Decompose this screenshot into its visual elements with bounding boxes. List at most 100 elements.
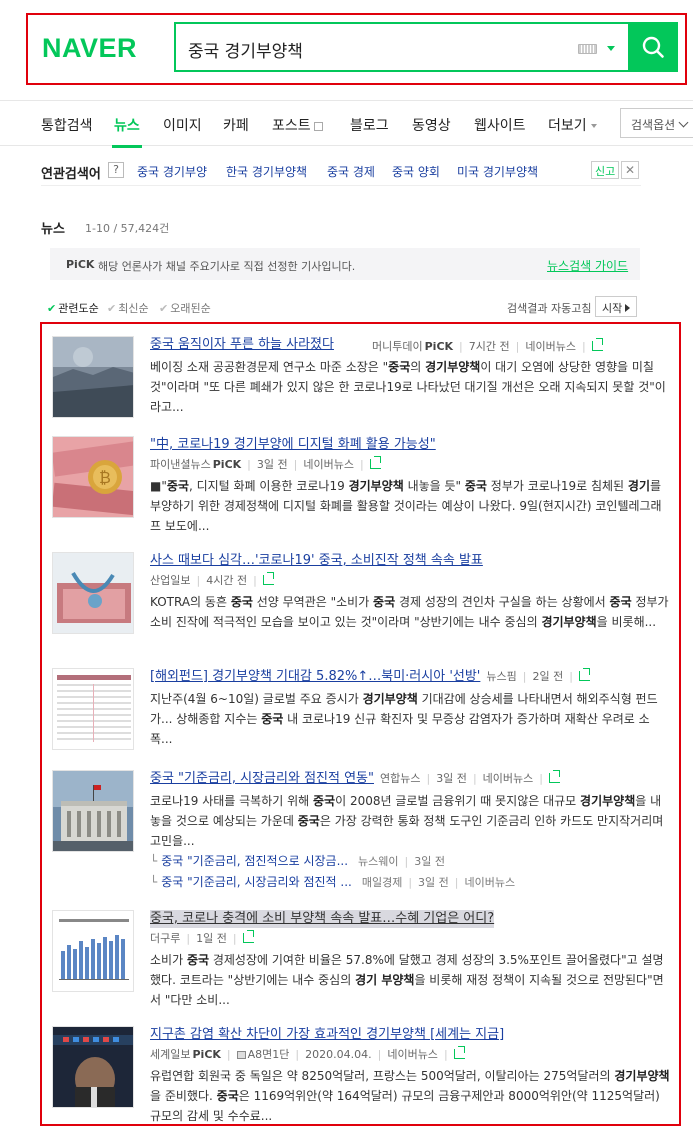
tab-post[interactable]: 포스트 (272, 115, 323, 135)
sort-latest[interactable]: ✔ 최신순 (107, 300, 149, 316)
tab-more-label: 더보기 (548, 118, 587, 134)
news-title[interactable]: [해외펀드] 경기부양책 기대감 5.82%↑…북미·러시아 '선방' (150, 668, 480, 686)
naver-news-link[interactable]: 네이버뉴스 (465, 876, 516, 889)
news-thumbnail[interactable] (52, 1026, 134, 1108)
sort-oldest-label: 오래된순 (170, 302, 211, 315)
news-source[interactable]: 연합뉴스 (380, 772, 420, 785)
naver-news-link[interactable]: 네이버뉴스 (525, 340, 576, 353)
news-thumbnail[interactable] (52, 552, 134, 634)
related-article-source[interactable]: 매일경제 (362, 876, 402, 889)
share-icon[interactable] (578, 668, 590, 681)
news-title[interactable]: 중국 "기준금리, 시장금리와 점진적 연동" (150, 770, 374, 788)
result-count: 1-10 / 57,424건 (85, 222, 170, 235)
help-icon[interactable]: ? (108, 162, 124, 178)
check-icon: ✔ (47, 302, 57, 315)
news-source[interactable]: 세계일보 (150, 1048, 190, 1061)
share-icon[interactable] (242, 930, 254, 943)
report-button[interactable]: 신고 (591, 161, 620, 179)
tab-news[interactable]: 뉴스 (112, 115, 142, 148)
share-icon[interactable] (262, 572, 274, 585)
tab-video[interactable]: 동영상 (412, 115, 451, 135)
tab-integrated[interactable]: 통합검색 (41, 115, 93, 135)
pick-badge: PiCK (424, 340, 454, 353)
news-summary: 베이징 소재 공공환경문제 연구소 마준 소장은 "중국의 경기부양책이 대기 … (150, 360, 666, 414)
tab-cafe[interactable]: 카페 (223, 115, 249, 135)
news-time: 3일 전 (256, 458, 288, 471)
sort-relevance-label: 관련도순 (58, 302, 99, 315)
news-title[interactable]: 중국, 코로나 충격에 소비 부양책 속속 발표…수혜 기업은 어디? (150, 910, 495, 928)
news-thumbnail[interactable] (52, 770, 134, 852)
news-source[interactable]: 뉴스핌 (486, 670, 516, 683)
news-thumbnail[interactable] (52, 910, 134, 992)
check-icon: ✔ (159, 302, 169, 315)
share-icon[interactable] (548, 770, 560, 783)
close-icon[interactable]: ✕ (621, 161, 639, 179)
news-thumbnail[interactable]: ₿ (52, 436, 134, 518)
naver-news-link[interactable]: 네이버뉴스 (303, 458, 354, 471)
tab-post-label: 포스트 (272, 118, 311, 134)
news-guide-link[interactable]: 뉴스검색 가이드 (547, 257, 628, 274)
news-title[interactable]: 지구촌 감염 확산 차단이 가장 효과적인 경기부양책 [세계는 지금] (150, 1026, 672, 1044)
tab-blog[interactable]: 블로그 (350, 115, 389, 135)
news-time: 2일 전 (532, 670, 564, 683)
news-meta: 머니투데이 PiCK | 7시간 전 | 네이버뉴스 | (372, 338, 603, 355)
news-meta: 파이낸셜뉴스 PiCK | 3일 전 | 네이버뉴스 | (150, 456, 672, 473)
autocomplete-toggle-icon[interactable] (607, 46, 615, 51)
search-input[interactable]: 중국 경기부양책 (174, 22, 630, 72)
sort-latest-label: 최신순 (118, 302, 149, 315)
auto-refresh-start-button[interactable]: 시작 (595, 296, 638, 317)
news-time: 1일 전 (196, 932, 227, 945)
tab-website[interactable]: 웹사이트 (474, 115, 526, 135)
related-item[interactable]: 미국 경기부양책 (457, 163, 538, 180)
newspaper-page: A8면1단 (247, 1048, 290, 1061)
fund-table-image (53, 669, 133, 749)
news-title[interactable]: "中, 코로나19 경기부양에 디지털 화폐 활용 가능성" (150, 436, 672, 454)
keyboard-icon[interactable] (578, 44, 597, 54)
sort-oldest[interactable]: ✔ 오래된순 (159, 300, 211, 316)
related-article-title[interactable]: 중국 "기준금리, 점진적으로 시장금... (161, 854, 348, 868)
naver-logo[interactable]: NAVER (42, 33, 137, 64)
chevron-down-icon (678, 117, 689, 128)
search-options-label: 검색옵션 (631, 118, 676, 132)
news-source[interactable]: 산업일보 (150, 574, 190, 587)
news-thumbnail[interactable] (52, 336, 134, 418)
tab-more[interactable]: 더보기 (548, 115, 597, 135)
post-icon (313, 121, 323, 131)
related-item[interactable]: 중국 경제 (327, 163, 375, 180)
pick-badge: PiCK (192, 1048, 221, 1061)
news-source[interactable]: 더구루 (150, 932, 180, 945)
search-options-button[interactable]: 검색옵션 (620, 108, 693, 138)
central-bank-image (53, 771, 133, 851)
share-icon[interactable] (591, 338, 603, 351)
check-icon: ✔ (107, 302, 117, 315)
news-thumbnail[interactable] (52, 668, 134, 750)
tab-images[interactable]: 이미지 (163, 115, 202, 135)
news-time: 4시간 전 (206, 574, 248, 587)
search-query[interactable]: 중국 경기부양책 (188, 37, 303, 62)
section-title: 뉴스 (41, 222, 65, 237)
related-article-source[interactable]: 뉴스웨이 (358, 855, 398, 868)
smog-city-image (53, 337, 133, 417)
auto-refresh-label: 검색결과 자동고침 (507, 302, 592, 315)
news-summary: 코로나19 사태를 극복하기 위해 중국이 2008년 글로벌 금융위기 때 못… (150, 794, 664, 848)
chevron-down-icon (590, 124, 597, 128)
related-article-title[interactable]: 중국 "기준금리, 시장금리와 점진적 ... (161, 875, 352, 889)
share-icon[interactable] (369, 456, 381, 469)
naver-news-link[interactable]: 네이버뉴스 (483, 772, 534, 785)
news-summary: 소비가 중국 경제성장에 기여한 비율은 57.8%에 달했고 경제 성장의 3… (150, 953, 664, 1007)
related-item[interactable]: 중국 양회 (392, 163, 440, 180)
naver-news-link[interactable]: 네이버뉴스 (387, 1048, 438, 1061)
sort-relevance[interactable]: ✔ 관련도순 (47, 300, 99, 316)
pick-notice: PiCK 해당 언론사가 채널 주요기사로 직접 선정한 기사입니다. 뉴스검색… (50, 248, 640, 280)
news-source[interactable]: 머니투데이 (372, 340, 423, 353)
search-button[interactable] (628, 22, 678, 72)
news-title-text: 중국 "기준금리, 시장금리와 점진적 연동" (150, 771, 374, 786)
news-time: 2020.04.04. (305, 1048, 372, 1061)
news-title[interactable]: 사스 때보다 심각…'코로나19' 중국, 소비진작 정책 속속 발표 (150, 552, 672, 570)
news-meta: 세계일보 PiCK | A8면1단 | 2020.04.04. | 네이버뉴스 | (150, 1046, 672, 1063)
news-source[interactable]: 파이낸셜뉴스 (150, 458, 211, 471)
related-article: └ 중국 "기준금리, 점진적으로 시장금... 뉴스웨이 | 3일 전 (150, 854, 445, 868)
related-item[interactable]: 중국 경기부양 (137, 163, 207, 180)
related-item[interactable]: 한국 경기부양책 (226, 163, 307, 180)
share-icon[interactable] (453, 1046, 465, 1059)
